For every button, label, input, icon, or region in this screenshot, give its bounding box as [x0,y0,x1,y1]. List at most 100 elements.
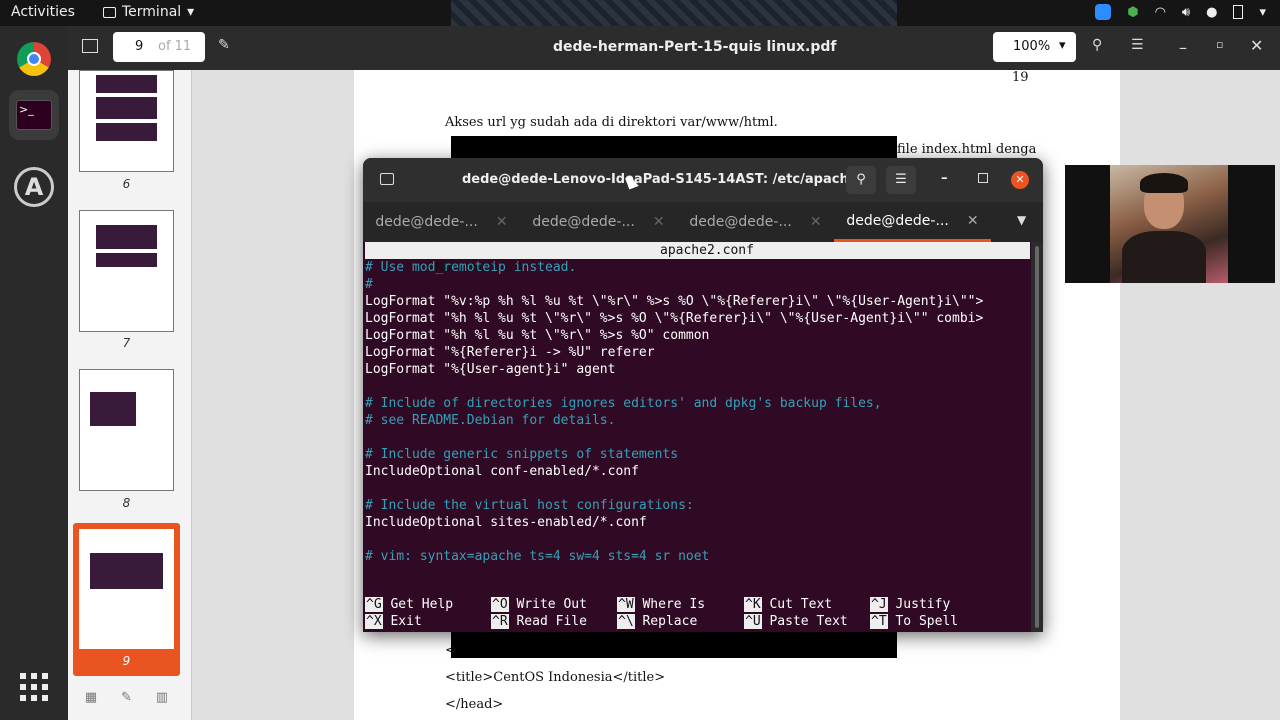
tab-label: dede@dede-... [689,214,792,230]
app-grid-icon[interactable] [9,662,59,712]
annotate-pencil-icon[interactable]: ✎ [218,37,230,53]
shortcut-key: ^R [491,614,509,629]
embedded-screenshot-top [451,136,897,158]
shortcut-item: ^W Where Is [617,596,705,613]
search-icon[interactable]: ⚲ [846,166,876,194]
menu-icon[interactable]: ☰ [1131,37,1144,53]
window-title: dede@dede-Lenovo-IdeaPad-S145-14AST: /et… [462,172,867,187]
webcam-video [1110,165,1228,283]
thumbnails-view-icon[interactable]: ▦ [85,690,97,705]
nano-header: GNU nano 4.8 apache2.conf [365,242,1030,275]
tab-label: dede@dede-... [532,214,635,230]
document-title: dede-herman-Pert-15-quis linux.pdf [553,39,837,55]
clock-area[interactable] [451,0,897,26]
editor-line: LogFormat "%h %l %u %t \"%r\" %>s %O" co… [365,328,710,343]
chevron-down-icon: ▾ [1059,38,1066,53]
thumbnail-page-9-selected[interactable]: 9 [73,523,180,676]
tab-label: dede@dede-... [846,212,949,229]
editor-line: # Use mod_remoteip instead. [365,260,577,275]
new-tab-icon[interactable] [380,173,394,185]
shortcut-item: ^R Read File [491,613,587,630]
shortcut-item: ^O Write Out [491,596,587,613]
search-icon[interactable]: ⚲ [1092,37,1102,53]
app-menu[interactable]: Terminal ▾ [103,4,194,20]
shortcut-label: Exit [382,614,422,629]
zoom-field[interactable]: 100% ▾ [993,32,1076,62]
app-menu-label: Terminal [122,4,182,20]
tab-label: dede@dede-... [375,214,478,230]
thumbnail-page-8[interactable] [79,369,174,491]
tab-list-chevron-icon[interactable]: ▼ [1017,213,1026,227]
shortcut-label: Cut Text [761,597,833,612]
thumbnail-page-7[interactable] [79,210,174,332]
page-text: </head> [445,697,504,712]
thumbnail-label: 7 [122,336,131,350]
editor-line: LogFormat "%{User-agent}i" agent [365,362,616,377]
bookmarks-view-icon[interactable]: ▥ [156,690,168,705]
shortcut-item: ^T To Spell [870,613,958,630]
editor-line: # vim: syntax=apache ts=4 sw=4 sts=4 sr … [365,549,710,564]
tab-3[interactable]: dede@dede-... ✕ [677,202,834,242]
page-text: <title>CentOS Indonesia</title> [445,670,666,685]
maximize-icon[interactable] [978,173,988,183]
editor-line: # Include of directories ignores editors… [365,396,882,411]
activities-button[interactable]: Activities [11,4,75,20]
page-current: 9 [135,39,144,54]
shortcut-key: ^K [744,597,762,612]
battery-icon [1233,5,1244,19]
chrome-icon[interactable] [9,34,59,84]
terminal-content[interactable]: GNU nano 4.8 apache2.conf # Use mod_remo… [363,242,1031,632]
chevron-down-icon: ▾ [187,4,195,20]
tab-2[interactable]: dede@dede-... ✕ [520,202,677,242]
tab-1[interactable]: dede@dede-... ✕ [363,202,520,242]
shortcut-key: ^J [870,597,888,612]
scrollbar[interactable] [1031,242,1043,632]
page-number-field[interactable]: 9 of 11 [113,32,205,62]
shortcut-key: ^W [617,597,635,612]
terminal-window: dede@dede-Lenovo-IdeaPad-S145-14AST: /et… [363,158,1043,632]
shortcut-key: ^T [870,614,888,629]
shortcut-label: Where Is [634,597,706,612]
thumbnail-label: 9 [122,654,131,668]
close-icon[interactable]: ✕ [1011,171,1029,189]
sidebar-toggle-icon[interactable] [82,39,98,53]
chevron-down-icon[interactable]: ▾ [1259,5,1266,20]
maximize-icon[interactable]: ▫ [1216,38,1223,51]
close-tab-icon[interactable]: ✕ [967,213,979,229]
shortcut-key: ^\ [617,614,635,629]
webcam-overlay [1065,165,1275,283]
top-bar: Activities Terminal ▾ ⬢ ◠ 🔊︎ ● ▾ [0,0,1280,26]
close-icon[interactable]: ✕ [1250,36,1263,55]
minimize-icon[interactable]: – [941,171,948,186]
software-center-icon[interactable]: A [9,162,59,212]
shortcut-label: Justify [887,597,951,612]
system-tray[interactable]: ⬢ ◠ 🔊︎ ● ▾ [1095,4,1266,20]
minimize-icon[interactable]: – [1179,38,1187,57]
shortcut-label: To Spell [887,614,959,629]
tab-4-active[interactable]: dede@dede-... ✕ [834,202,991,242]
page-number-printed: 19 [1012,70,1029,85]
page-text: < [445,643,456,658]
editor-line: # Include the virtual host configuration… [365,498,694,513]
annotations-view-icon[interactable]: ✎ [121,690,132,705]
shortcut-item: ^X Exit [365,613,422,630]
close-tab-icon[interactable]: ✕ [496,214,508,230]
menu-icon[interactable]: ☰ [886,166,916,194]
terminal-icon[interactable]: >_ [9,90,59,140]
terminal-titlebar[interactable]: dede@dede-Lenovo-IdeaPad-S145-14AST: /et… [363,158,1043,202]
editor-line: LogFormat "%h %l %u %t \"%r\" %>s %O \"%… [365,311,984,326]
shortcut-item: ^U Paste Text [744,613,848,630]
dock: >_ A [0,26,68,720]
shortcut-item: ^J Justify [870,596,950,613]
shortcut-item: ^K Cut Text [744,596,832,613]
editor-line: IncludeOptional conf-enabled/*.conf [365,464,639,479]
embedded-screenshot-bottom [451,630,897,658]
shortcut-key: ^G [365,597,383,612]
zoom-icon[interactable] [1095,4,1112,20]
close-tab-icon[interactable]: ✕ [653,214,665,230]
shortcut-label: Write Out [508,597,587,612]
shield-icon[interactable]: ⬢ [1127,5,1138,20]
close-tab-icon[interactable]: ✕ [810,214,822,230]
thumbnail-page-6[interactable] [79,70,174,172]
shortcut-item: ^\ Replace [617,613,697,630]
